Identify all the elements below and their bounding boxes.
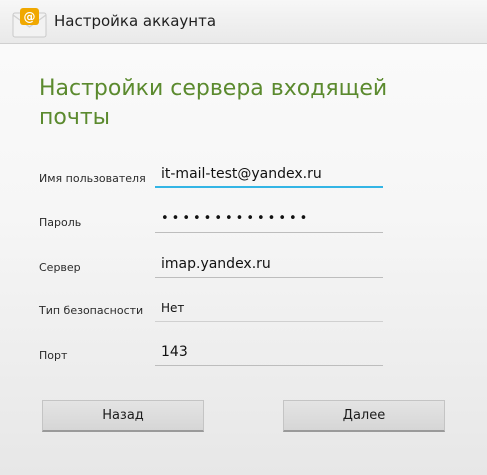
port-field[interactable]: 143 bbox=[155, 342, 383, 366]
password-field[interactable]: •••••••••••••• bbox=[155, 209, 383, 233]
password-label: Пароль bbox=[39, 216, 82, 229]
next-button[interactable]: Далее bbox=[283, 400, 445, 432]
page-title: Настройки сервера входящей почты bbox=[39, 76, 388, 130]
server-label: Сервер bbox=[39, 261, 81, 274]
server-field[interactable]: imap.yandex.ru bbox=[155, 254, 383, 278]
email-app-icon[interactable]: @ bbox=[12, 7, 47, 39]
action-bar-title: Настройка аккаунта bbox=[54, 12, 217, 30]
back-button[interactable]: Назад bbox=[42, 400, 204, 432]
username-label: Имя пользователя bbox=[39, 172, 146, 185]
username-field[interactable]: it-mail-test@yandex.ru bbox=[155, 164, 383, 188]
port-label: Порт bbox=[39, 349, 68, 362]
action-bar: @ Настройка аккаунта bbox=[0, 0, 487, 44]
security-type-select[interactable]: Нет bbox=[155, 298, 383, 322]
security-type-label: Тип безопасности bbox=[39, 304, 144, 317]
svg-text:@: @ bbox=[24, 10, 36, 24]
